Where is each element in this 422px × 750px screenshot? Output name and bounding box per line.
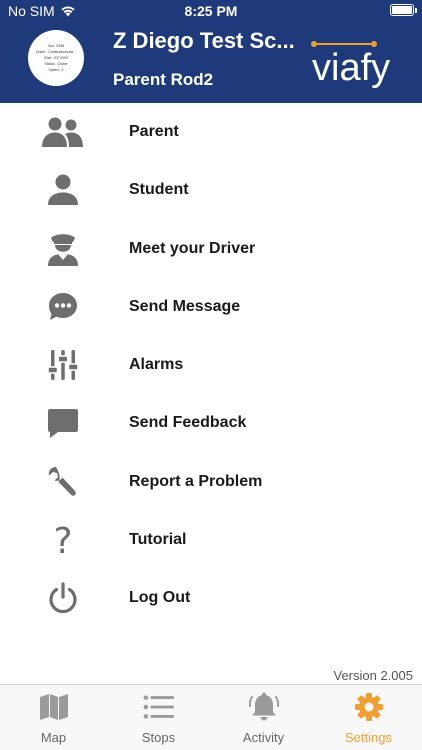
menu-item-parent[interactable]: Parent: [0, 103, 422, 161]
menu-item-label: Send Feedback: [129, 414, 247, 431]
chat-bubble-icon: [40, 284, 86, 330]
menu-item-send-feedback[interactable]: Send Feedback: [0, 394, 422, 452]
menu-item-report-problem[interactable]: Report a Problem: [0, 453, 422, 511]
tab-activity[interactable]: Activity: [211, 685, 316, 750]
avatar[interactable]: Sun. 0948 Driver : ConstuctionLew... IPa…: [28, 30, 84, 86]
menu-item-label: Report a Problem: [129, 473, 263, 490]
parents-icon: [40, 109, 86, 155]
wrench-icon: [40, 459, 86, 505]
menu-item-send-message[interactable]: Send Message: [0, 278, 422, 336]
list-icon: [143, 691, 175, 723]
viafy-logo: viafy: [311, 41, 390, 88]
battery-icon: [390, 4, 417, 16]
brand-text: viafy: [312, 47, 390, 88]
menu-item-label: Meet your Driver: [129, 240, 256, 257]
menu-item-label: Student: [129, 181, 189, 198]
menu-item-label: Alarms: [129, 356, 184, 373]
tab-label: Settings: [345, 730, 392, 745]
driver-icon: [40, 226, 86, 272]
map-icon: [38, 691, 70, 723]
menu-item-student[interactable]: Student: [0, 161, 422, 219]
sliders-icon: [40, 342, 86, 388]
tab-map[interactable]: Map: [1, 685, 106, 750]
feedback-icon: [40, 400, 86, 446]
menu-item-label: Log Out: [129, 589, 191, 606]
school-name: Z Diego Test Sc...: [113, 28, 295, 53]
power-icon: [40, 575, 86, 621]
menu-item-tutorial[interactable]: ? Tutorial: [0, 511, 422, 569]
app-header: No SIM 8:25 PM Sun. 0948 Driver : Constu…: [0, 0, 422, 103]
menu-item-label: Send Message: [129, 298, 241, 315]
question-icon: ?: [40, 517, 86, 563]
avatar-line: Speed : 0: [48, 68, 64, 72]
tab-label: Stops: [141, 730, 176, 745]
gear-icon: [353, 691, 385, 723]
status-bar: No SIM 8:25 PM: [0, 0, 422, 22]
version-label: Version 2.005: [333, 668, 413, 683]
person-icon: [40, 167, 86, 213]
tab-settings[interactable]: Settings: [316, 685, 421, 750]
bell-icon: [248, 691, 280, 723]
menu-item-alarms[interactable]: Alarms: [0, 336, 422, 394]
menu-item-label: Tutorial: [129, 531, 187, 548]
menu-item-driver[interactable]: Meet your Driver: [0, 220, 422, 278]
parent-name: Parent Rod2: [113, 70, 214, 89]
menu-item-label: Parent: [129, 123, 179, 140]
tab-stops[interactable]: Stops: [106, 685, 211, 750]
tab-label: Activity: [242, 730, 285, 745]
tab-label: Map: [40, 730, 67, 745]
status-time: 8:25 PM: [184, 3, 238, 19]
menu-item-log-out[interactable]: Log Out: [0, 569, 422, 627]
svg-text:?: ?: [53, 522, 72, 558]
tab-bar: Map Stops Activity Settings: [0, 684, 422, 750]
